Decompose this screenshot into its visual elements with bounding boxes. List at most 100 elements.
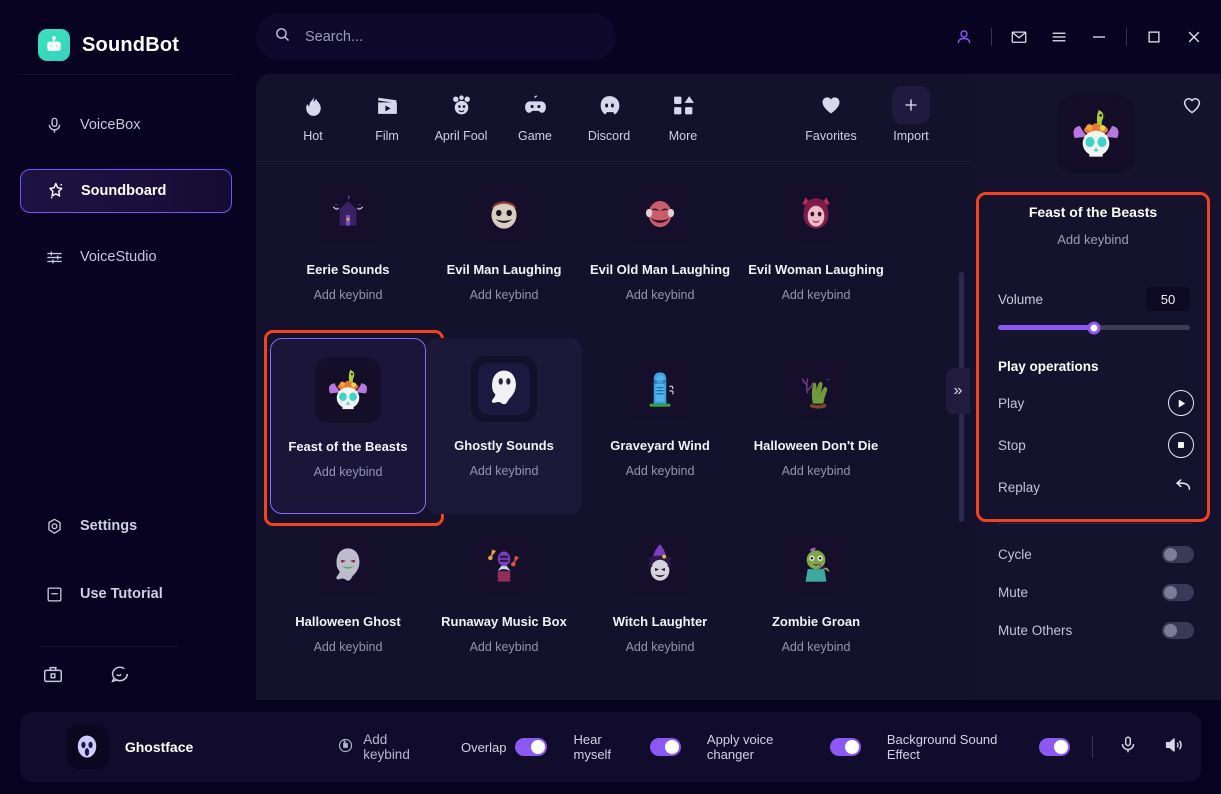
chat-bubble-icon[interactable] bbox=[108, 663, 130, 690]
background-sound-effect-toggle[interactable] bbox=[1039, 738, 1070, 756]
toggle-knob bbox=[845, 740, 859, 754]
sound-card[interactable]: Halloween Ghost Add keybind bbox=[270, 514, 426, 690]
sound-keybind[interactable]: Add keybind bbox=[626, 640, 695, 654]
sound-card[interactable]: Evil Man Laughing Add keybind bbox=[426, 162, 582, 338]
sound-card[interactable]: Eerie Sounds Add keybind bbox=[270, 162, 426, 338]
search-bar[interactable] bbox=[256, 14, 616, 60]
sound-thumbnail-haunted-house bbox=[315, 180, 381, 246]
minimize-button[interactable] bbox=[1086, 24, 1112, 50]
window-controls bbox=[951, 24, 1221, 50]
sound-keybind[interactable]: Add keybind bbox=[782, 640, 851, 654]
sound-keybind[interactable]: Add keybind bbox=[782, 288, 851, 302]
volume-slider[interactable] bbox=[998, 325, 1190, 330]
sound-keybind[interactable]: Add keybind bbox=[314, 288, 383, 302]
sound-keybind[interactable]: Add keybind bbox=[626, 288, 695, 302]
toggle-cycle[interactable]: Cycle bbox=[976, 524, 1210, 563]
search-input[interactable] bbox=[305, 29, 585, 45]
sound-keybind[interactable]: Add keybind bbox=[470, 288, 539, 302]
sound-title: Evil Old Man Laughing bbox=[590, 262, 730, 277]
double-chevron-right-icon[interactable]: » bbox=[946, 368, 970, 414]
sidebar-spacer bbox=[0, 301, 256, 504]
mail-icon[interactable] bbox=[1006, 24, 1032, 50]
microphone-icon[interactable] bbox=[1117, 734, 1139, 761]
toggle-background-sound-effect[interactable]: Background Sound Effect bbox=[887, 732, 1070, 762]
search-icon bbox=[274, 26, 291, 48]
sidebar-item-settings[interactable]: Settings bbox=[20, 504, 232, 548]
close-button[interactable] bbox=[1181, 24, 1207, 50]
hear-myself-toggle[interactable] bbox=[650, 738, 681, 756]
sound-thumbnail-evil-old-man bbox=[627, 180, 693, 246]
sound-card[interactable]: R.I.P Graveyard Wind Add keybind bbox=[582, 338, 738, 514]
main-content: Hot Film April Fool bbox=[256, 74, 970, 700]
cycle-toggle[interactable] bbox=[1162, 546, 1194, 563]
sound-card[interactable]: Runaway Music Box Add keybind bbox=[426, 514, 582, 690]
speaker-icon[interactable] bbox=[1163, 734, 1185, 761]
gamepad-icon bbox=[523, 90, 548, 120]
sound-thumbnail-tombstone: R.I.P bbox=[627, 356, 693, 422]
sound-card[interactable]: Halloween Don't Die Add keybind bbox=[738, 338, 894, 514]
operation-stop[interactable]: Stop bbox=[976, 416, 1210, 458]
sound-keybind[interactable]: Add keybind bbox=[470, 464, 539, 478]
operation-replay[interactable]: Replay bbox=[976, 458, 1210, 501]
category-april-fool[interactable]: April Fool bbox=[424, 90, 498, 143]
account-icon[interactable] bbox=[951, 24, 977, 50]
category-hot[interactable]: Hot bbox=[276, 90, 350, 143]
add-keybind-button[interactable]: Add keybind bbox=[337, 732, 435, 762]
sound-card-slot: R.I.P Graveyard Wind Add keybind bbox=[582, 338, 738, 514]
volume-value[interactable]: 50 bbox=[1146, 287, 1190, 311]
toggle-hear-myself[interactable]: Hear myself bbox=[573, 732, 680, 762]
sidebar-item-voicebox[interactable]: VoiceBox bbox=[20, 103, 232, 147]
category-more[interactable]: More bbox=[646, 90, 720, 143]
import-button[interactable] bbox=[892, 90, 930, 120]
operation-play[interactable]: Play bbox=[976, 374, 1210, 416]
toggle-mute[interactable]: Mute bbox=[976, 563, 1210, 601]
sound-keybind[interactable]: Add keybind bbox=[626, 464, 695, 478]
volume-slider-knob[interactable] bbox=[1088, 321, 1101, 334]
stop-icon[interactable] bbox=[1168, 432, 1194, 458]
overlap-toggle[interactable] bbox=[515, 738, 547, 756]
toggle-apply-voice-changer[interactable]: Apply voice changer bbox=[707, 732, 861, 762]
replay-icon[interactable] bbox=[1172, 474, 1194, 501]
sidebar-item-use-tutorial[interactable]: Use Tutorial bbox=[20, 572, 232, 616]
sound-card-selected[interactable]: Feast of the Beasts Add keybind bbox=[270, 338, 426, 514]
soundbot-window: SoundBot VoiceBox Soundboard bbox=[0, 0, 1221, 794]
toolbox-icon[interactable] bbox=[42, 663, 64, 690]
sound-card[interactable]: Evil Old Man Laughing Add keybind bbox=[582, 162, 738, 338]
sound-card-slot: Evil Woman Laughing Add keybind bbox=[738, 162, 894, 338]
apply-voice-changer-toggle[interactable] bbox=[830, 738, 861, 756]
category-bar: Hot Film April Fool bbox=[256, 74, 970, 162]
sidebar-item-soundboard[interactable]: Soundboard bbox=[20, 169, 232, 213]
sidebar-item-label: Settings bbox=[80, 518, 137, 534]
detail-thumbnail bbox=[1057, 95, 1135, 173]
favorite-toggle-icon[interactable] bbox=[1181, 94, 1203, 121]
category-favorites[interactable]: Favorites bbox=[794, 90, 868, 143]
sidebar-item-voicestudio[interactable]: VoiceStudio bbox=[20, 235, 232, 279]
category-import[interactable]: Import bbox=[874, 90, 948, 143]
bottom-bar-inner: Ghostface Add keybind Overlap Hear mysel… bbox=[20, 712, 1201, 782]
sound-card[interactable]: Zombie Groan Add keybind bbox=[738, 514, 894, 690]
sound-thumbnail-grey-ghost bbox=[315, 532, 381, 598]
sound-thumbnail-zombie bbox=[783, 532, 849, 598]
mute-others-toggle[interactable] bbox=[1162, 622, 1194, 639]
toggle-mute-others[interactable]: Mute Others bbox=[976, 601, 1210, 639]
discord-icon bbox=[597, 90, 622, 120]
maximize-button[interactable] bbox=[1141, 24, 1167, 50]
category-game[interactable]: Game bbox=[498, 90, 572, 143]
detail-keybind[interactable]: Add keybind bbox=[976, 220, 1210, 247]
sound-keybind[interactable]: Add keybind bbox=[470, 640, 539, 654]
sound-keybind[interactable]: Add keybind bbox=[314, 465, 383, 479]
sound-keybind[interactable]: Add keybind bbox=[314, 640, 383, 654]
sound-card[interactable]: Witch Laughter Add keybind bbox=[582, 514, 738, 690]
operation-label: Stop bbox=[998, 438, 1026, 453]
menu-icon[interactable] bbox=[1046, 24, 1072, 50]
category-film[interactable]: Film bbox=[350, 90, 424, 143]
category-discord[interactable]: Discord bbox=[572, 90, 646, 143]
toggle-overlap[interactable]: Overlap bbox=[461, 738, 548, 756]
sound-card[interactable]: Ghostly Sounds Add keybind bbox=[426, 338, 582, 514]
sound-card[interactable]: Evil Woman Laughing Add keybind bbox=[738, 162, 894, 338]
detail-title: Feast of the Beasts bbox=[976, 192, 1210, 220]
titlebar-divider bbox=[991, 28, 992, 46]
play-icon[interactable] bbox=[1168, 390, 1194, 416]
sound-keybind[interactable]: Add keybind bbox=[782, 464, 851, 478]
mute-toggle[interactable] bbox=[1162, 584, 1194, 601]
